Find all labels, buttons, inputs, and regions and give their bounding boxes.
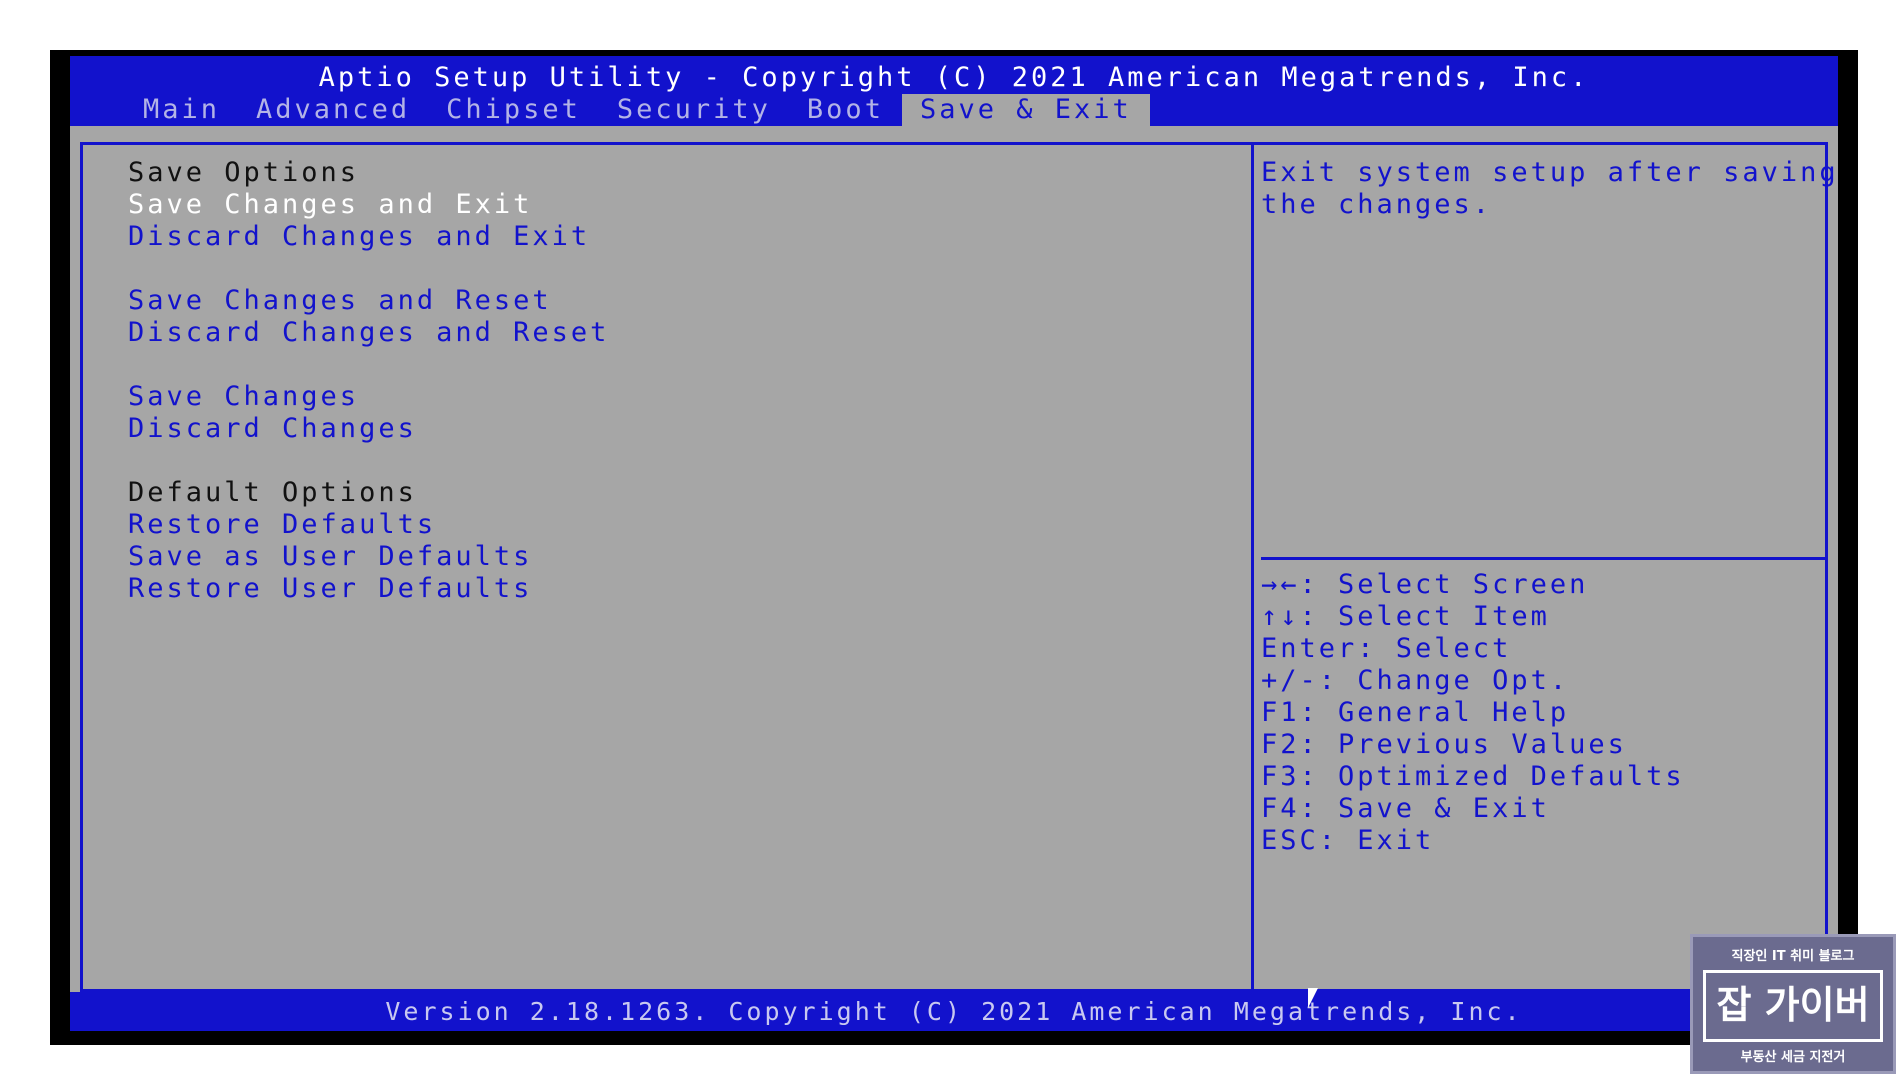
watermark-bottom-text: 부동산 세금 지전거 xyxy=(1740,1050,1846,1065)
watermark-top-text: 직장인 IT 취미 블로그 xyxy=(1731,949,1855,964)
save-changes-and-reset-item[interactable]: Save Changes and Reset xyxy=(128,285,609,317)
key-previous-values: F2: Previous Values xyxy=(1261,729,1627,760)
tab-chipset[interactable]: Chipset xyxy=(428,94,599,126)
save-exit-menu: Save Options Save Changes and Exit Disca… xyxy=(128,157,609,605)
bios-title: Aptio Setup Utility - Copyright (C) 2021… xyxy=(318,62,1590,93)
version-footer: Version 2.18.1263. Copyright (C) 2021 Am… xyxy=(70,992,1838,1031)
key-general-help: F1: General Help xyxy=(1261,697,1570,728)
tab-boot[interactable]: Boot xyxy=(789,94,902,126)
help-line: Exit system setup after saving xyxy=(1261,157,1839,188)
key-select-item: ↑↓: Select Item xyxy=(1261,601,1550,632)
save-changes-and-exit-item[interactable]: Save Changes and Exit xyxy=(128,189,609,221)
mouse-cursor-icon xyxy=(1308,988,1318,1008)
tab-bar: Main Advanced Chipset Security Boot Save… xyxy=(125,94,1150,126)
save-as-user-defaults-item[interactable]: Save as User Defaults xyxy=(128,541,609,573)
save-options-heading: Save Options xyxy=(128,157,360,188)
blog-watermark-logo: 직장인 IT 취미 블로그 잡 가이버 부동산 세금 지전거 xyxy=(1690,934,1896,1074)
panel-divider xyxy=(1251,145,1254,989)
help-text: Exit system setup after saving the chang… xyxy=(1261,157,1839,221)
title-bar: Aptio Setup Utility - Copyright (C) 2021… xyxy=(70,56,1838,126)
help-line: the changes. xyxy=(1261,189,1493,220)
bios-window: Aptio Setup Utility - Copyright (C) 2021… xyxy=(70,56,1838,1031)
key-select-screen: →←: Select Screen xyxy=(1261,569,1589,600)
save-changes-item[interactable]: Save Changes xyxy=(128,381,609,413)
key-change-opt: +/-: Change Opt. xyxy=(1261,665,1570,696)
content-frame: Save Options Save Changes and Exit Disca… xyxy=(80,142,1839,992)
discard-changes-and-exit-item[interactable]: Discard Changes and Exit xyxy=(128,221,609,253)
tab-advanced[interactable]: Advanced xyxy=(238,94,428,126)
watermark-brand-text: 잡 가이버 xyxy=(1703,970,1883,1042)
key-save-exit: F4: Save & Exit xyxy=(1261,793,1550,824)
bios-screen: Aptio Setup Utility - Copyright (C) 2021… xyxy=(50,50,1858,1045)
key-legend: →←: Select Screen ↑↓: Select Item Enter:… xyxy=(1261,569,1685,857)
restore-defaults-item[interactable]: Restore Defaults xyxy=(128,509,609,541)
tab-security[interactable]: Security xyxy=(599,94,789,126)
tab-save-exit[interactable]: Save & Exit xyxy=(901,94,1150,126)
key-esc-exit: ESC: Exit xyxy=(1261,825,1435,856)
key-enter-select: Enter: Select xyxy=(1261,633,1512,664)
default-options-heading: Default Options xyxy=(128,477,417,508)
help-separator xyxy=(1261,557,1825,560)
menu-spacer xyxy=(128,253,609,285)
tab-main[interactable]: Main xyxy=(125,94,238,126)
key-optimized-defaults: F3: Optimized Defaults xyxy=(1261,761,1685,792)
menu-spacer xyxy=(128,349,609,381)
restore-user-defaults-item[interactable]: Restore User Defaults xyxy=(128,573,609,605)
discard-changes-item[interactable]: Discard Changes xyxy=(128,413,609,445)
discard-changes-and-reset-item[interactable]: Discard Changes and Reset xyxy=(128,317,609,349)
menu-spacer xyxy=(128,445,609,477)
